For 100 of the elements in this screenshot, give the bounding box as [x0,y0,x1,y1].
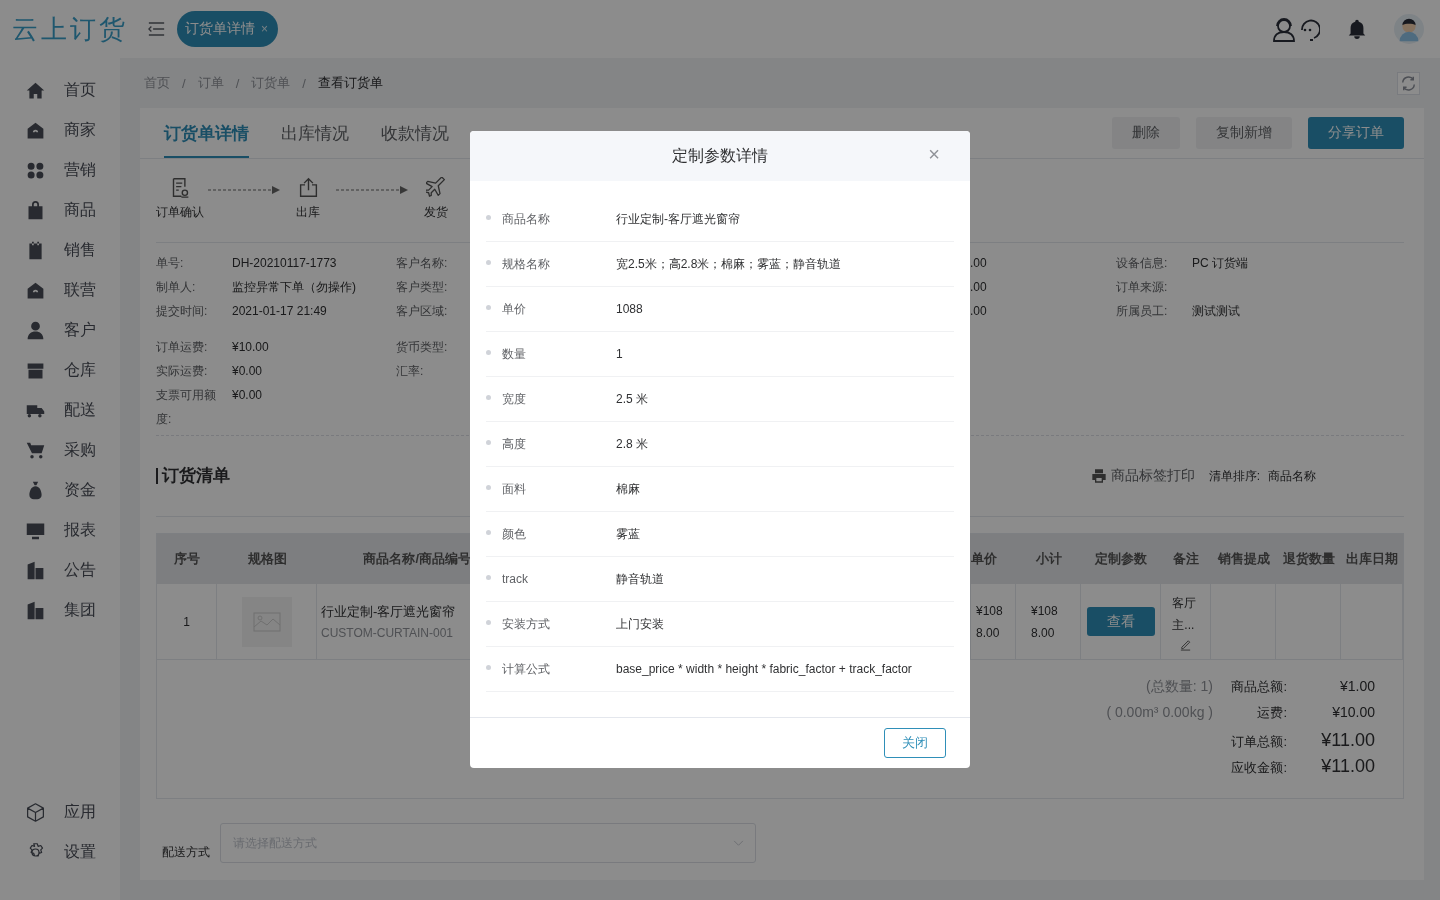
bullet-icon [486,529,491,535]
field-label: 实际运费: [156,363,209,380]
breadcrumb-separator: / [182,75,186,91]
product-code: CUSTOM-CURTAIN-001 [321,626,454,640]
column-header: 销售提成 [1216,550,1271,568]
field-label: 提交时间: [156,303,209,320]
sidebar-label: 配送 [64,399,96,420]
sidebar-item[interactable]: 应用 [0,792,120,832]
param-value: 2.8 米 [616,435,648,453]
field-value: ¥0.00 [232,387,263,404]
bullet-icon [486,574,491,580]
image-placeholder-icon [241,596,292,647]
field-label: 货币类型: [396,339,449,356]
sidebar-label: 报表 [64,519,96,540]
bullet-icon [486,304,491,310]
sidebar-item[interactable]: 商品 [0,190,120,230]
sort-option[interactable]: 商品名称 [1268,467,1316,485]
page-tab[interactable]: 订货单详情 × [177,11,278,47]
dashed-arrow [208,185,280,195]
param-label: 计算公式 [502,660,551,678]
column-header: 备注 [1172,550,1200,568]
param-value: 静音轨道 [616,570,664,588]
sidebar-item[interactable]: 报表 [0,510,120,550]
avatar[interactable] [1394,14,1424,44]
sidebar-item[interactable]: 配送 [0,390,120,430]
dashed-arrow [336,185,408,195]
summary-label: 运费: [1256,704,1287,722]
menu-icon[interactable] [148,22,165,36]
summary-note: (总数量: 1) [1146,678,1213,696]
step-label: 出库 [296,204,320,221]
param-value: 上门安装 [616,615,664,633]
sidebar-item[interactable]: 首页 [0,70,120,110]
bullet-icon [486,664,491,670]
sidebar-label: 商家 [64,119,96,140]
column-header: 序号 [173,550,201,568]
summary-note: ( 0.00m³ 0.00kg ) [1106,704,1213,720]
summary-value: ¥1.00 [1338,678,1375,694]
param-value: 宽2.5米；高2.8米；棉麻；雾蓝；静音轨道 [616,255,842,273]
field-value: ¥10.00 [232,339,269,356]
field-label: 配送方式 [162,844,210,861]
field-label: 客户名称: [396,255,449,272]
building-icon [25,559,46,581]
sidebar-item[interactable]: 联营 [0,270,120,310]
sidebar-label: 采购 [64,439,96,460]
breadcrumb-separator: / [302,75,306,91]
sidebar-item[interactable]: 设置 [0,832,120,872]
param-label: 安装方式 [502,615,551,633]
bullet-icon [486,484,491,490]
detail-tab[interactable]: 订货单详情 [164,108,249,158]
param-value: 2.5 米 [616,390,648,408]
action-button[interactable]: 复制新增 [1196,117,1292,149]
param-value: 行业定制-客厅遮光窗帘 [616,210,740,228]
sidebar-item[interactable]: 营销 [0,150,120,190]
detail-tab[interactable]: 收款情况 [381,108,449,158]
close-button[interactable]: 关闭 [884,728,946,758]
sidebar-item[interactable]: 公告 [0,550,120,590]
param-label: track [502,572,529,586]
field-value: DH-20210117-1773 [232,255,337,272]
edit-icon[interactable] [1179,638,1192,651]
column-header: 退货数量 [1281,550,1336,568]
sidebar-item[interactable]: 仓库 [0,350,120,390]
print-link[interactable]: 商品标签打印 [1090,467,1195,485]
detail-tab[interactable]: 出库情况 [281,108,349,158]
summary-value: ¥10.00 [1331,704,1375,720]
close-icon[interactable]: × [928,143,940,166]
headset-icon[interactable] [1272,16,1320,42]
sidebar-label: 联营 [64,279,96,300]
bullet-icon [486,214,491,220]
action-button[interactable]: 删除 [1112,117,1180,149]
breadcrumb-item: 查看订货单 [317,74,383,92]
sidebar-item[interactable]: 资金 [0,470,120,510]
view-button[interactable]: 查看 [1086,607,1155,636]
logo: 云上订货 [12,12,128,46]
sidebar-label: 公告 [64,559,96,580]
table-cell-text: ¥1088.00 [1031,602,1059,642]
printer-icon [1090,468,1107,484]
sidebar-label: 首页 [64,79,96,100]
sidebar-item[interactable]: 销售 [0,230,120,270]
sidebar-item[interactable]: 集团 [0,590,120,630]
param-label: 商品名称 [502,210,551,228]
param-value: 雾蓝 [616,525,640,543]
sidebar-item[interactable]: 客户 [0,310,120,350]
field-label: 单号: [156,255,185,272]
column-header: 定制参数 [1094,550,1148,568]
field-label: 订单运费: [156,339,209,356]
sidebar-item[interactable]: 采购 [0,430,120,470]
sidebar-item[interactable]: 商家 [0,110,120,150]
column-header: 小计 [1034,550,1063,568]
bullet-icon [486,619,491,625]
field-value: PC 订货端 [1192,255,1248,272]
action-button[interactable]: 分享订单 [1308,117,1404,149]
column-header: 单价 [971,550,998,568]
refresh-icon[interactable] [1397,71,1420,95]
close-icon[interactable]: × [261,22,268,36]
sidebar-label: 仓库 [64,359,96,380]
param-value: 1088 [616,302,643,316]
field-value: 监控异常下单（勿操作) [232,279,356,296]
param-label: 面料 [502,480,527,498]
field-label: 制单人: [156,279,197,296]
bullet-icon [486,394,491,400]
